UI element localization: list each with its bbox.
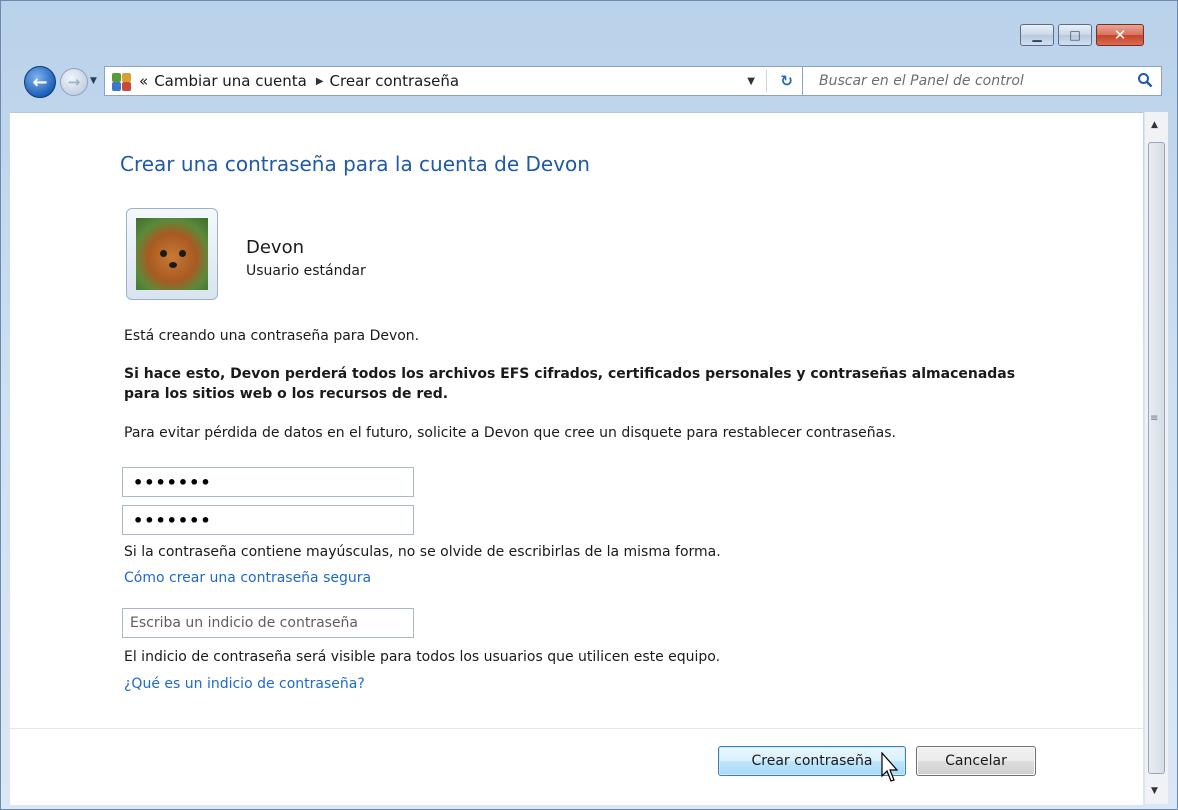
- minimize-button[interactable]: ▁: [1020, 24, 1054, 46]
- scroll-up-icon[interactable]: ▲: [1151, 120, 1158, 130]
- recent-pages-dropdown[interactable]: ▼: [90, 76, 97, 86]
- user-role: Usuario estándar: [246, 263, 366, 279]
- new-password-field[interactable]: •••••••: [122, 467, 414, 497]
- address-separator: [766, 70, 767, 92]
- password-hint-field[interactable]: Escriba un indicio de contraseña: [122, 608, 414, 638]
- strong-password-link[interactable]: Cómo crear una contraseña segura: [124, 570, 371, 586]
- search-icon[interactable]: [1137, 72, 1153, 88]
- advice-text: Para evitar pérdida de datos en el futur…: [124, 425, 896, 441]
- back-button[interactable]: ←: [24, 66, 56, 98]
- avatar-eye-left: [160, 250, 167, 257]
- refresh-icon[interactable]: ↻: [780, 72, 793, 90]
- intro-text: Está creando una contraseña para Devon.: [124, 328, 420, 344]
- vertical-scrollbar[interactable]: ▲ ≡ ▼: [1144, 112, 1168, 804]
- create-password-button[interactable]: Crear contraseña: [718, 746, 906, 776]
- back-arrow-icon: ←: [32, 71, 48, 93]
- footer-divider: [10, 728, 1143, 729]
- avatar-nose: [169, 262, 177, 268]
- breadcrumb-chevron-icon[interactable]: ▶: [316, 76, 324, 87]
- search-input[interactable]: Buscar en el Panel de control: [819, 73, 1024, 89]
- hint-help-link[interactable]: ¿Qué es un indicio de contraseña?: [124, 676, 365, 692]
- close-icon: ✕: [1113, 25, 1127, 44]
- breadcrumb-crear-contrasena[interactable]: Crear contraseña: [330, 72, 460, 90]
- scroll-grip-icon: ≡: [1150, 413, 1159, 424]
- search-box[interactable]: Buscar en el Panel de control: [802, 66, 1162, 96]
- warning-text: Si hace esto, Devon perderá todos los ar…: [124, 366, 1016, 402]
- hint-note: El indicio de contraseña será visible pa…: [124, 649, 721, 665]
- maximize-button[interactable]: □: [1058, 24, 1092, 46]
- cancel-button[interactable]: Cancelar: [916, 746, 1036, 776]
- avatar: [126, 208, 218, 300]
- forward-arrow-icon: →: [67, 73, 81, 91]
- breadcrumb-prefix[interactable]: «: [139, 72, 148, 90]
- confirm-password-field[interactable]: •••••••: [122, 505, 414, 535]
- close-button[interactable]: ✕: [1096, 24, 1144, 46]
- maximize-icon: □: [1069, 28, 1081, 42]
- avatar-eye-right: [179, 250, 186, 257]
- minimize-icon: ▁: [1032, 28, 1042, 42]
- scroll-down-icon[interactable]: ▼: [1151, 786, 1158, 796]
- mouse-cursor-icon: [881, 752, 899, 782]
- address-bar[interactable]: « Cambiar una cuenta ▶ Crear contraseña …: [104, 66, 804, 96]
- breadcrumb-cambiar-cuenta[interactable]: Cambiar una cuenta: [154, 72, 307, 90]
- avatar-photo: [136, 218, 208, 290]
- user-name: Devon: [246, 237, 305, 258]
- forward-button[interactable]: →: [60, 68, 88, 96]
- page-title: Crear una contraseña para la cuenta de D…: [120, 152, 590, 176]
- caps-note: Si la contraseña contiene mayúsculas, no…: [124, 544, 721, 560]
- scroll-thumb[interactable]: [1148, 142, 1165, 774]
- user-accounts-icon: [111, 71, 133, 91]
- address-dropdown-icon[interactable]: ▼: [747, 76, 755, 87]
